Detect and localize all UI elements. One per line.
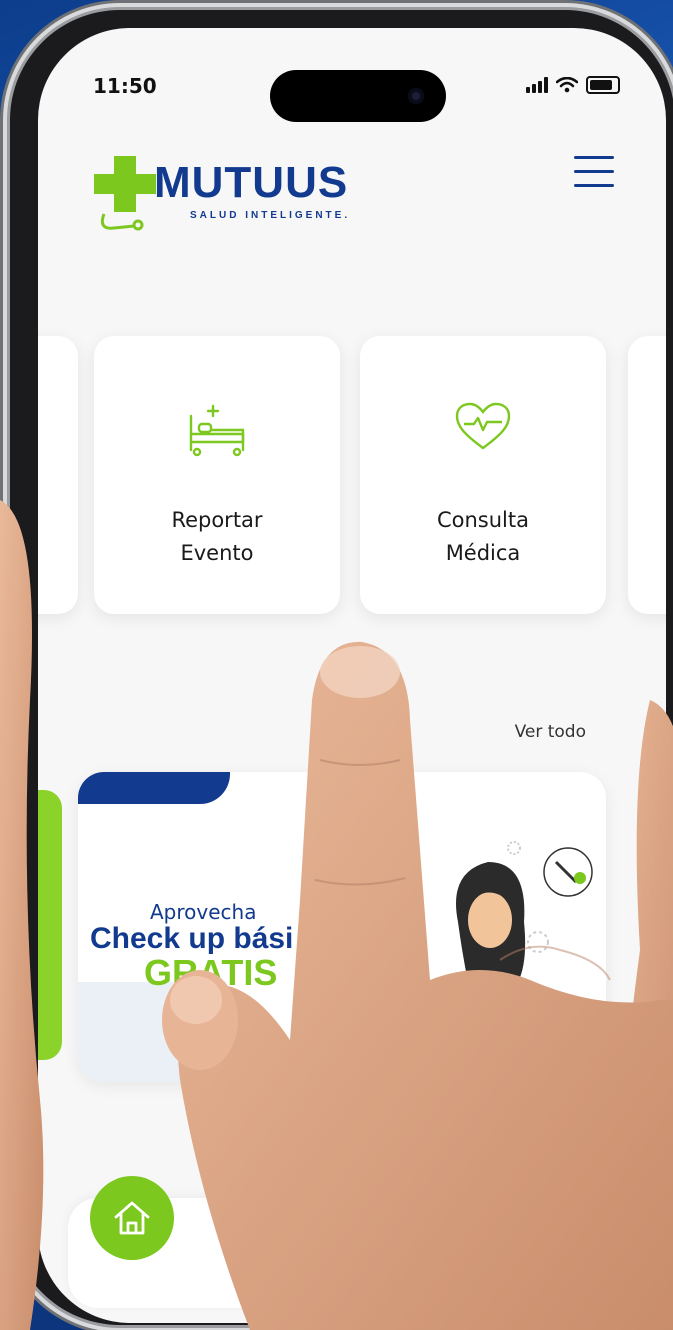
doctor-illustration	[456, 841, 593, 1052]
banner-title: Check up bási	[90, 922, 294, 955]
status-time: 11:50	[93, 74, 157, 98]
see-all-link[interactable]: Ver todo	[515, 722, 586, 742]
status-icons	[526, 76, 620, 94]
promo-banner-partial[interactable]	[640, 790, 666, 1060]
home-icon	[114, 1201, 150, 1235]
heart-pulse-icon	[455, 402, 511, 450]
hospital-bed-icon	[189, 404, 245, 457]
wifi-icon	[556, 77, 578, 93]
promo-banner[interactable]: Aprovecha Check up bási GRATIS	[78, 772, 606, 1082]
service-card-partial[interactable]	[628, 336, 666, 614]
service-card-medical-consult[interactable]: Consulta Médica	[360, 336, 606, 614]
service-card-label: Reportar Evento	[94, 504, 340, 570]
signal-icon	[526, 77, 548, 93]
banner-pretitle: Aprovecha	[150, 900, 257, 924]
dynamic-island	[270, 70, 446, 122]
service-label-line1: Reportar	[171, 508, 263, 532]
banner-watermark	[78, 982, 188, 1082]
banner-accent	[78, 772, 230, 804]
banner-highlight: GRATIS	[144, 952, 278, 993]
app-screen: 11:50 MUTUUS SALUD INTELIGENTE. Reportar…	[38, 28, 666, 1323]
service-label-line2: Evento	[180, 541, 254, 565]
brand-logo[interactable]: MUTUUS SALUD INTELIGENTE.	[94, 156, 354, 236]
service-card-partial[interactable]	[38, 336, 78, 614]
brand-name: MUTUUS	[154, 158, 349, 207]
medical-cross-icon	[94, 156, 156, 231]
phone-frame: 11:50 MUTUUS SALUD INTELIGENTE. Reportar…	[10, 10, 673, 1325]
hamburger-menu-icon[interactable]	[574, 156, 614, 190]
brand-tagline: SALUD INTELIGENTE.	[190, 210, 351, 221]
promo-banner-partial[interactable]	[38, 790, 62, 1060]
service-card-label: Consulta Médica	[360, 504, 606, 570]
service-card-report-event[interactable]: Reportar Evento	[94, 336, 340, 614]
service-label-line2: Médica	[445, 541, 521, 565]
home-button[interactable]	[90, 1176, 174, 1260]
camera-icon	[408, 88, 424, 104]
battery-icon	[586, 76, 620, 94]
service-label-line1: Consulta	[436, 508, 529, 532]
